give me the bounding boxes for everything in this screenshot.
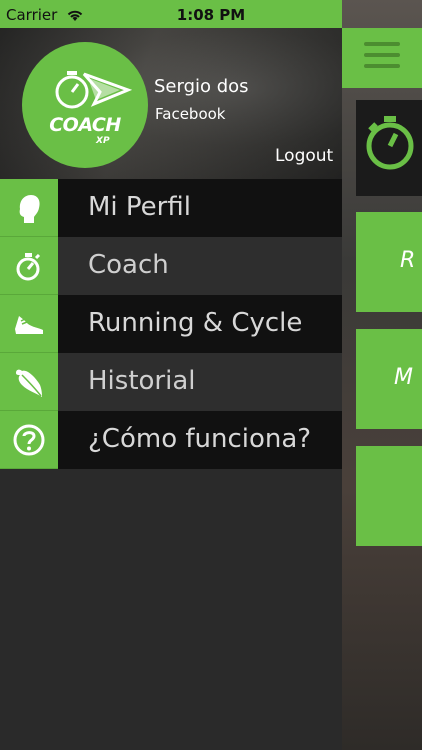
side-drawer: COACH XP Sergio dos Facebook Logout Mi P…	[0, 28, 342, 750]
menu-item-running-cycle[interactable]: Running & Cycle	[0, 295, 342, 353]
menu-label: Coach	[88, 250, 169, 280]
menu-label: Mi Perfil	[88, 192, 191, 222]
main-card-3[interactable]	[356, 446, 422, 546]
menu-item-como-funciona[interactable]: ¿Cómo funciona?	[0, 411, 342, 469]
drawer-menu: Mi Perfil Coach Running & Cycle Historia…	[0, 179, 342, 469]
main-card-2[interactable]: M	[356, 329, 422, 429]
logo-text: COACH	[49, 114, 121, 136]
menu-item-coach[interactable]: Coach	[0, 237, 342, 295]
main-screen-peek[interactable]: R M	[342, 0, 422, 750]
logout-button[interactable]: Logout	[275, 146, 333, 166]
menu-label: Historial	[88, 366, 196, 396]
card-2-label: M	[394, 365, 413, 390]
main-logo-thumbnail	[356, 100, 422, 196]
shoe-icon	[0, 295, 58, 353]
menu-item-mi-perfil[interactable]: Mi Perfil	[0, 179, 342, 237]
coach-xp-logo: COACH XP	[22, 42, 148, 168]
hamburger-menu-icon[interactable]	[364, 42, 400, 72]
menu-item-historial[interactable]: Historial	[0, 353, 342, 411]
main-top-bar	[342, 28, 422, 88]
card-1-label: R	[400, 248, 416, 273]
main-card-1[interactable]: R	[356, 212, 422, 312]
stopwatch-icon	[0, 237, 58, 295]
menu-label: Running & Cycle	[88, 308, 303, 338]
drawer-header: COACH XP Sergio dos Facebook Logout	[0, 28, 342, 179]
user-login-source: Facebook	[155, 105, 226, 123]
help-circle-icon	[0, 411, 58, 469]
profile-head-icon	[0, 179, 58, 237]
feather-icon	[0, 353, 58, 411]
user-name: Sergio dos	[154, 76, 249, 97]
menu-label: ¿Cómo funciona?	[88, 424, 312, 454]
logo-subtext: XP	[96, 136, 110, 146]
stopwatch-logo-icon	[366, 116, 414, 170]
